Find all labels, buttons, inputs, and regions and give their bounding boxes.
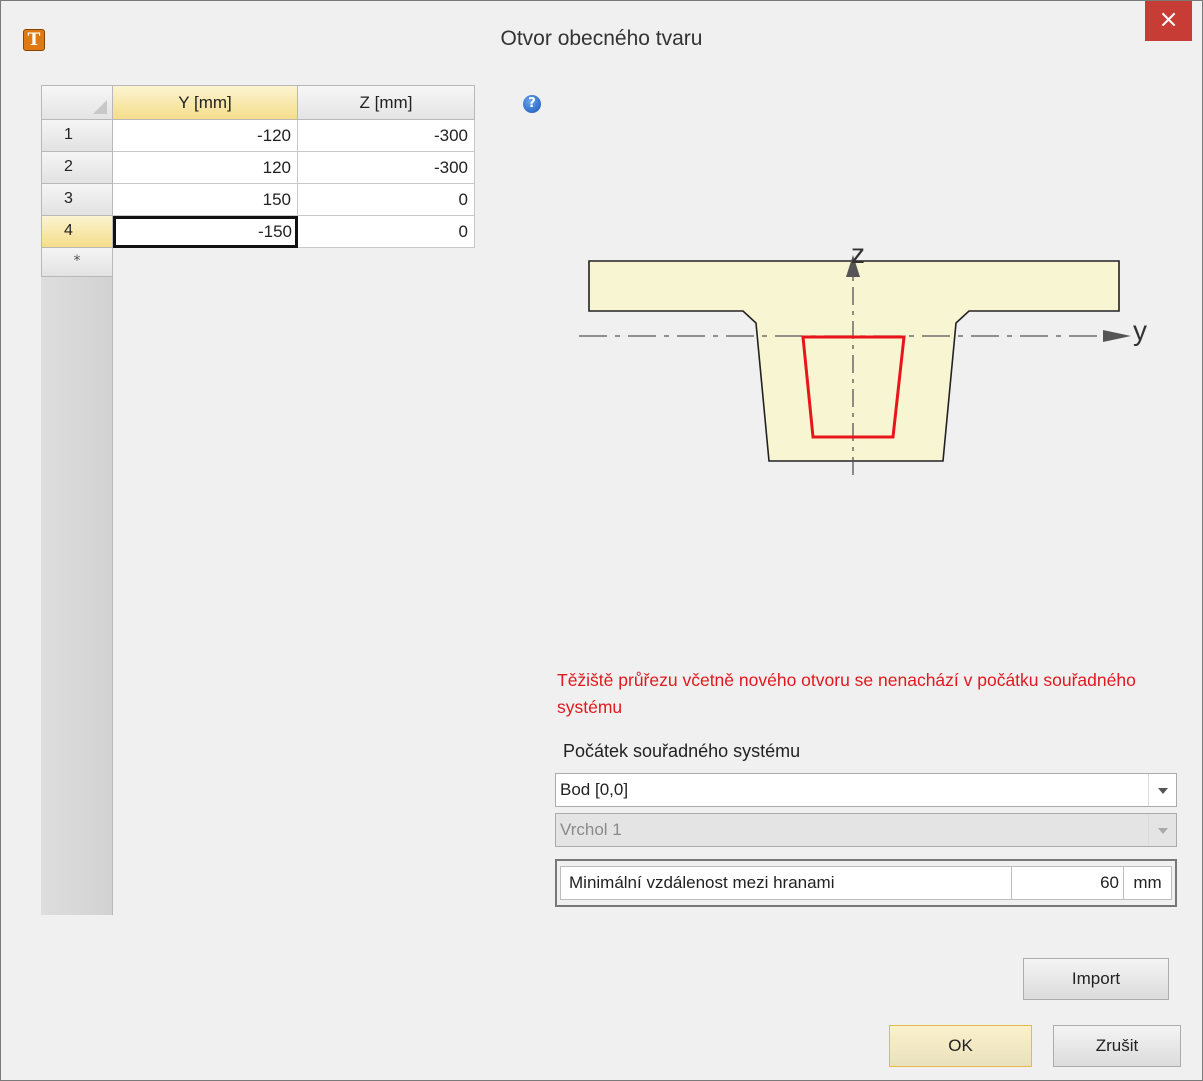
- section-preview: z y: [579, 238, 1147, 475]
- cell-y[interactable]: 120: [113, 152, 298, 184]
- cell-y[interactable]: -120: [113, 120, 298, 152]
- cross-section-shape: [588, 260, 1120, 462]
- cell-z[interactable]: 0: [298, 216, 475, 248]
- table-row: 2 120 -300: [41, 152, 475, 184]
- row-header[interactable]: 1: [41, 120, 113, 152]
- chevron-down-icon: [1148, 814, 1176, 846]
- row-header[interactable]: 3: [41, 184, 113, 216]
- vertex-value: Vrchol 1: [560, 820, 622, 839]
- min-distance-input[interactable]: 60: [1012, 866, 1124, 900]
- y-axis-arrowhead: [1103, 330, 1131, 342]
- cell-z[interactable]: 0: [298, 184, 475, 216]
- row-header-strip: [41, 277, 113, 915]
- table-row: 4 -150 0: [41, 216, 475, 248]
- new-row-header[interactable]: *: [41, 248, 113, 277]
- min-distance-unit: mm: [1124, 866, 1172, 900]
- help-icon[interactable]: ?: [523, 95, 541, 113]
- cell-y[interactable]: 150: [113, 184, 298, 216]
- ok-button[interactable]: OK: [889, 1025, 1032, 1067]
- min-distance-label: Minimální vzdálenost mezi hranami: [560, 866, 1012, 900]
- cancel-button[interactable]: Zrušit: [1053, 1025, 1181, 1067]
- row-header[interactable]: 4: [41, 216, 113, 248]
- row-header[interactable]: 2: [41, 152, 113, 184]
- title-bar: T Otvor obecného tvaru ×: [1, 1, 1202, 67]
- import-button[interactable]: Import: [1023, 958, 1169, 1000]
- close-button[interactable]: ×: [1145, 1, 1192, 41]
- column-header-y[interactable]: Y [mm]: [113, 85, 298, 120]
- cell-y-selected[interactable]: -150: [113, 216, 298, 248]
- min-distance-group: Minimální vzdálenost mezi hranami 60 mm: [555, 859, 1177, 907]
- dialog-window: T Otvor obecného tvaru × Y [mm] Z [mm] ?…: [0, 0, 1203, 1081]
- origin-point-combo[interactable]: Bod [0,0]: [555, 773, 1177, 807]
- y-axis-label: y: [1133, 315, 1147, 346]
- table-row: 1 -120 -300: [41, 120, 475, 152]
- warning-message: Těžiště průřezu včetně nového otvoru se …: [557, 670, 1136, 717]
- table-row: 3 150 0: [41, 184, 475, 216]
- cell-z[interactable]: -300: [298, 120, 475, 152]
- origin-label: Počátek souřadného systému: [563, 741, 801, 761]
- cell-z[interactable]: -300: [298, 152, 475, 184]
- column-header-z[interactable]: Z [mm]: [298, 85, 475, 120]
- vertex-combo: Vrchol 1: [555, 813, 1177, 847]
- chevron-down-icon[interactable]: [1148, 774, 1176, 806]
- select-all-corner[interactable]: [41, 85, 113, 120]
- z-axis-label: z: [851, 238, 865, 269]
- dialog-title: Otvor obecného tvaru: [500, 27, 703, 50]
- origin-point-value: Bod [0,0]: [560, 780, 629, 799]
- grid-header: Y [mm] Z [mm] ?: [41, 85, 561, 120]
